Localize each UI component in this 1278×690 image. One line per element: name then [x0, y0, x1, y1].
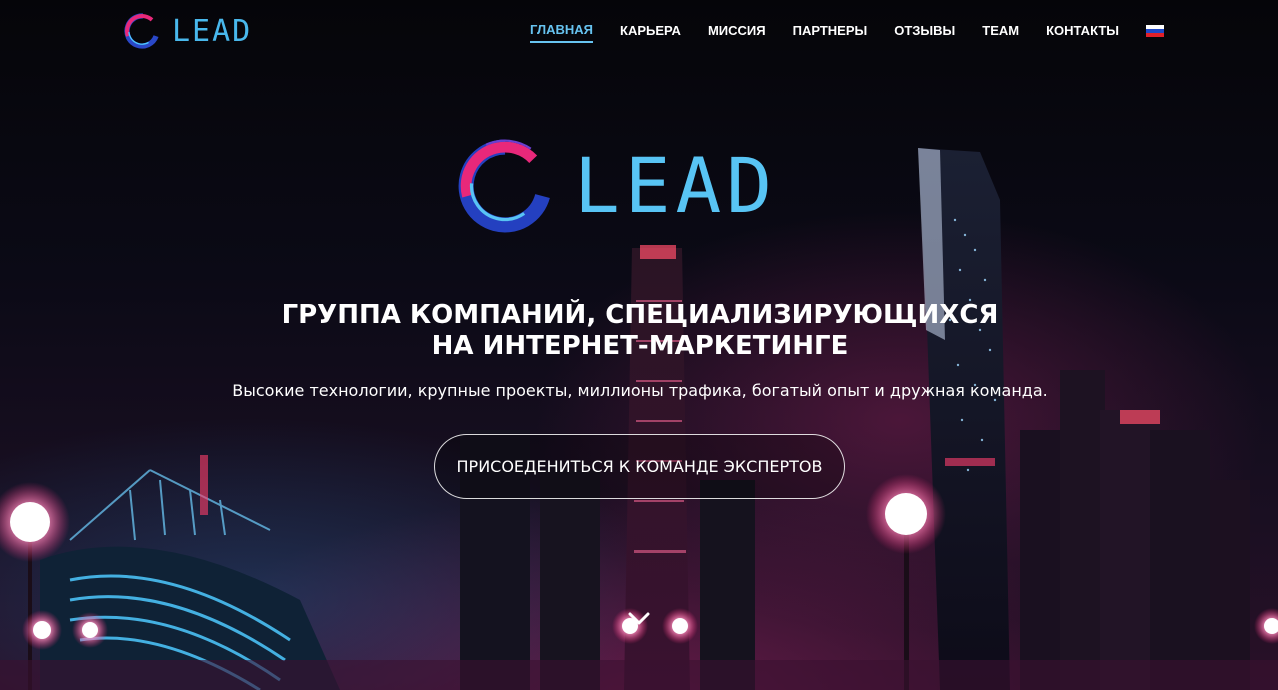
- lead-ring-logo-icon: [458, 139, 552, 233]
- russian-flag-icon[interactable]: [1146, 24, 1164, 37]
- nav-item-reviews[interactable]: ОТЗЫВЫ: [894, 23, 955, 42]
- hero-subline: Высокие технологии, крупные проекты, мил…: [232, 381, 1048, 400]
- hero-logo: LEAD: [450, 132, 840, 240]
- nav-item-partners[interactable]: ПАРТНЕРЫ: [793, 23, 868, 42]
- hero-headline-line2: НА ИНТЕРНЕТ-МАРКЕТИНГЕ: [431, 331, 849, 361]
- header-logo[interactable]: LEAD: [120, 13, 253, 49]
- main-nav: ГЛАВНАЯ КАРЬЕРА МИССИЯ ПАРТНЕРЫ ОТЗЫВЫ T…: [503, 22, 1164, 43]
- hero-headline-line1: ГРУППА КОМПАНИЙ, СПЕЦИАЛИЗИРУЮЩИХСЯ: [281, 300, 999, 330]
- site-header: LEAD ГЛАВНАЯ КАРЬЕРА МИССИЯ ПАРТНЕРЫ ОТЗ…: [0, 0, 1278, 62]
- header-logo-text: LEAD: [172, 13, 253, 49]
- nav-item-mission[interactable]: МИССИЯ: [708, 23, 766, 42]
- lead-ring-logo-icon: [124, 13, 160, 49]
- hero-logo-text: LEAD: [574, 141, 778, 230]
- hero-headline: ГРУППА КОМПАНИЙ, СПЕЦИАЛИЗИРУЮЩИХСЯ НА И…: [190, 300, 1090, 362]
- nav-item-contacts[interactable]: КОНТАКТЫ: [1046, 23, 1119, 42]
- join-experts-button[interactable]: ПРИСОЕДЕНИТЬСЯ К КОМАНДЕ ЭКСПЕРТОВ: [434, 434, 845, 499]
- chevron-down-icon[interactable]: [627, 608, 651, 628]
- nav-item-career[interactable]: КАРЬЕРА: [620, 23, 681, 42]
- nav-item-team[interactable]: TEAM: [982, 23, 1019, 42]
- nav-item-home[interactable]: ГЛАВНАЯ: [529, 22, 594, 43]
